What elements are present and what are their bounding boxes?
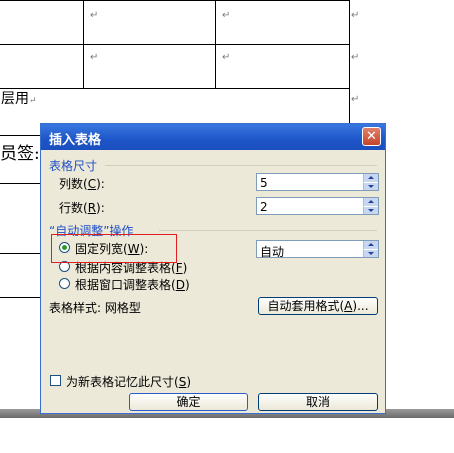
table-line	[0, 253, 40, 254]
columns-label: 列数(C):	[59, 177, 105, 191]
remember-size-checkbox[interactable]	[50, 375, 61, 386]
by-window-radio[interactable]	[59, 278, 70, 289]
autoformat-button[interactable]: 自动套用格式(A)...	[258, 297, 378, 315]
remember-size-label[interactable]: 为新表格记忆此尺寸(S)	[66, 373, 191, 390]
ok-button[interactable]: 确定	[129, 393, 248, 411]
table-line	[0, 135, 40, 136]
paragraph-mark-icon: ↵	[222, 10, 231, 21]
fixed-width-value: 自动	[260, 245, 285, 259]
cancel-button[interactable]: 取消	[258, 393, 378, 411]
table-line	[349, 0, 350, 123]
table-size-group-label: 表格尺寸	[49, 159, 98, 173]
insert-table-dialog: 插入表格 ✕ 表格尺寸 列数(C): 5 行数(R): 2 “自动调整”操作 固…	[40, 123, 386, 414]
dialog-title: 插入表格	[49, 133, 102, 148]
group-divider	[159, 230, 377, 231]
rows-spinner[interactable]: 2	[256, 197, 379, 215]
rows-label: 行数(R):	[59, 201, 105, 215]
rows-value: 2	[260, 200, 268, 214]
paragraph-mark-icon: ↵	[351, 10, 360, 21]
fixed-width-down-button[interactable]	[363, 249, 378, 257]
table-line	[0, 44, 349, 45]
table-line	[0, 88, 349, 89]
paragraph-mark-icon: ↵	[90, 52, 99, 63]
document-text-member-sign: 员签:	[0, 144, 40, 164]
fixed-width-spinner[interactable]: 自动	[256, 240, 379, 259]
document-text-usage: 层用↵	[1, 91, 37, 107]
columns-up-button[interactable]	[363, 174, 378, 182]
rows-up-button[interactable]	[363, 198, 378, 206]
table-line	[0, 297, 40, 298]
paragraph-mark-icon: ↵	[222, 52, 231, 63]
group-divider	[105, 165, 377, 166]
paragraph-mark-icon: ↵	[351, 94, 360, 105]
table-line	[0, 0, 349, 1]
table-line	[0, 183, 40, 184]
columns-value: 5	[260, 176, 268, 190]
paragraph-mark-icon: ↵	[351, 52, 360, 63]
by-window-label[interactable]: 根据窗口调整表格(D)	[75, 276, 190, 293]
paragraph-mark-icon: ↵	[90, 10, 99, 21]
highlight-annotation-box	[51, 234, 177, 263]
fixed-width-up-button[interactable]	[363, 241, 378, 249]
table-style-value: 网格型	[104, 301, 141, 315]
table-line	[215, 0, 216, 88]
table-style-label: 表格样式: 网格型	[49, 301, 141, 315]
rows-down-button[interactable]	[363, 206, 378, 214]
close-button[interactable]: ✕	[362, 127, 381, 146]
table-line	[83, 0, 84, 88]
columns-spinner[interactable]: 5	[256, 173, 379, 191]
columns-down-button[interactable]	[363, 182, 378, 190]
dialog-titlebar[interactable]: 插入表格 ✕	[41, 124, 385, 150]
close-icon: ✕	[366, 129, 377, 144]
